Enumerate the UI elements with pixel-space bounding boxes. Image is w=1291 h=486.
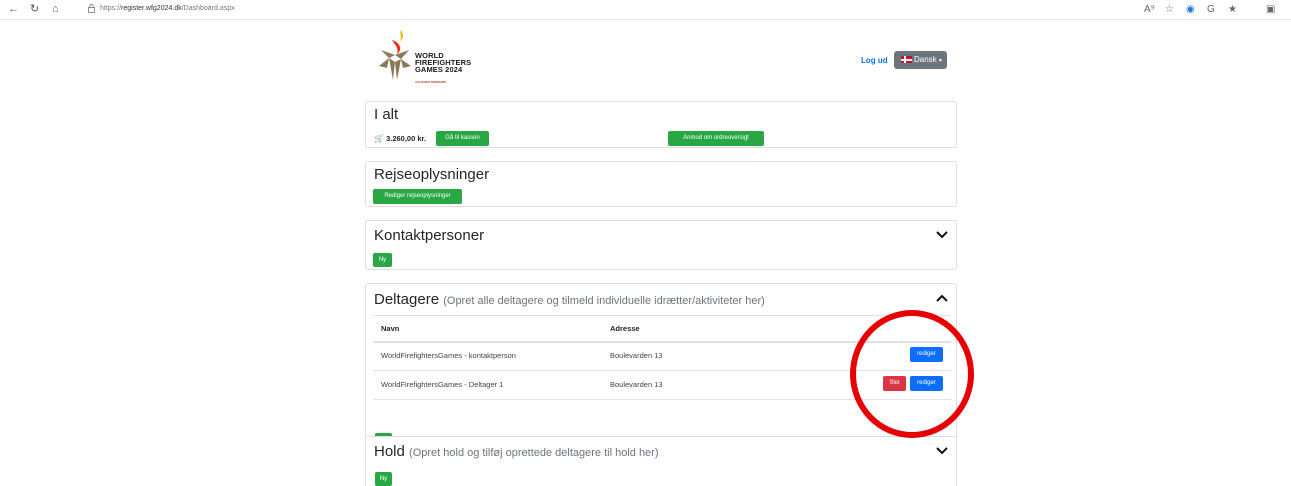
- table-header-divider: [373, 341, 951, 343]
- column-header-address: Adresse: [610, 324, 640, 333]
- extension-icon[interactable]: ◉: [1186, 3, 1195, 16]
- participant-name: WorldFirefightersGames - kontaktperson: [381, 351, 516, 360]
- dashboard: WORLD FIREFIGHTERS GAMES 2024 AALBORG DE…: [365, 28, 957, 486]
- collections-icon[interactable]: ▣: [1266, 3, 1275, 16]
- new-team-button[interactable]: Ny: [375, 472, 392, 486]
- address-bar[interactable]: https://register.wfg2024.dk/Dashboard.as…: [100, 5, 235, 12]
- logo-subtitle: AALBORG DENMARK: [415, 80, 447, 84]
- language-label: Dansk: [914, 55, 937, 64]
- participant-address: Boulevarden 13: [610, 380, 663, 389]
- wfg-logo: WORLD FIREFIGHTERS GAMES 2024 AALBORG DE…: [375, 28, 495, 94]
- teams-title: Hold (Opret hold og tilføj oprettede del…: [374, 443, 659, 460]
- total-card: I alt 🛒 3.260,00 kr. Gå til kassen Anmod…: [365, 101, 957, 148]
- total-amount-value: 3.260,00 kr.: [386, 134, 427, 143]
- row-divider: [373, 399, 951, 400]
- participant-name: WorldFirefightersGames - Deltager 1: [381, 380, 504, 389]
- url-scheme: https://: [100, 5, 122, 12]
- teams-title-text: Hold: [374, 443, 405, 460]
- lock-icon: [88, 4, 95, 13]
- travel-card: Rejseoplysninger Rediger rejseoplysninge…: [365, 161, 957, 207]
- teams-hint: (Opret hold og tilføj oprettede deltager…: [409, 447, 659, 459]
- edit-participant-button[interactable]: rediger: [910, 376, 943, 391]
- chevron-down-icon[interactable]: [936, 446, 948, 456]
- table-divider: [373, 315, 951, 316]
- favorites-icon[interactable]: ★: [1228, 3, 1237, 16]
- url-host: register.wfg2024.dk: [121, 5, 182, 12]
- participants-title-text: Deltagere: [374, 291, 440, 308]
- logo-line-3: GAMES 2024: [415, 65, 463, 74]
- delete-participant-button[interactable]: Slet: [883, 376, 906, 391]
- browser-toolbar: ← ↻ ⌂ https://register.wfg2024.dk/Dashbo…: [0, 0, 1291, 20]
- request-order-overview-button[interactable]: Anmod om ordreoversigt: [668, 131, 764, 146]
- flame-logo-icon: [379, 30, 411, 80]
- chevron-up-icon[interactable]: [936, 294, 948, 304]
- read-aloud-icon[interactable]: A⁹: [1144, 3, 1155, 16]
- participants-hint: (Opret alle deltagere og tilmeld individ…: [443, 295, 765, 307]
- edit-participant-button[interactable]: rediger: [910, 347, 943, 362]
- refresh-icon[interactable]: ↻: [30, 3, 39, 16]
- teams-card: Hold (Opret hold og tilføj oprettede del…: [365, 436, 957, 486]
- edit-travel-button[interactable]: Rediger rejseoplysninger: [373, 189, 462, 204]
- participants-card: Deltagere (Opret alle deltagere og tilme…: [365, 283, 957, 453]
- contacts-title: Kontaktpersoner: [374, 227, 485, 244]
- home-icon[interactable]: ⌂: [52, 3, 59, 16]
- contacts-card: Kontaktpersoner Ny: [365, 220, 957, 270]
- participant-address: Boulevarden 13: [610, 351, 663, 360]
- participants-title: Deltagere (Opret alle deltagere og tilme…: [374, 291, 765, 308]
- favorite-add-icon[interactable]: ☆: [1165, 3, 1174, 16]
- new-contact-button[interactable]: Ny: [373, 253, 392, 267]
- url-path: /Dashboard.aspx: [181, 5, 235, 12]
- danish-flag-icon: [901, 56, 912, 63]
- language-dropdown[interactable]: Dansk ▾: [894, 51, 947, 69]
- cart-icon: 🛒: [374, 134, 384, 143]
- caret-down-icon: ▾: [938, 58, 942, 64]
- back-arrow-icon[interactable]: ←: [8, 3, 19, 16]
- row-divider: [373, 370, 951, 371]
- logo-wordmark: WORLD FIREFIGHTERS GAMES 2024: [415, 52, 471, 74]
- page-header: WORLD FIREFIGHTERS GAMES 2024 AALBORG DE…: [365, 28, 957, 94]
- column-header-name: Navn: [381, 324, 400, 333]
- travel-title: Rejseoplysninger: [374, 166, 490, 183]
- checkout-button[interactable]: Gå til kassen: [436, 131, 489, 146]
- logout-link[interactable]: Log ud: [861, 56, 888, 65]
- total-amount: 🛒 3.260,00 kr.: [374, 134, 426, 143]
- total-title: I alt: [374, 106, 399, 123]
- copilot-icon[interactable]: G: [1207, 3, 1215, 16]
- chevron-down-icon[interactable]: [936, 230, 948, 240]
